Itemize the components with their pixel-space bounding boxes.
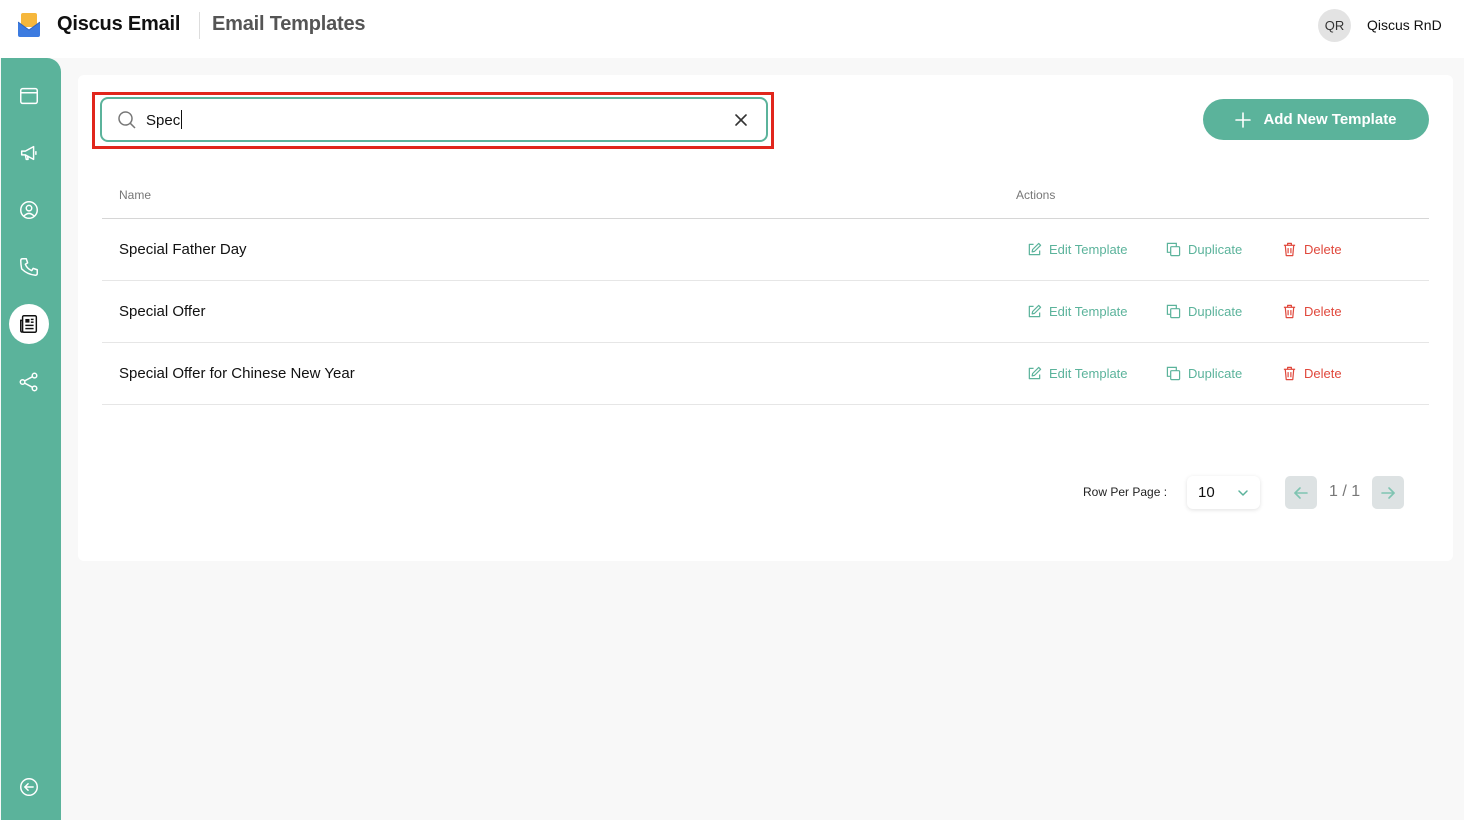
page-title: Email Templates: [212, 13, 366, 35]
add-new-template-label: Add New Template: [1263, 111, 1397, 128]
app-logo-icon: [18, 13, 40, 37]
browser-window-icon: [20, 87, 38, 105]
user-circle-icon: [20, 201, 38, 219]
arrow-left-icon: [1294, 486, 1308, 499]
next-page-button[interactable]: [1372, 476, 1404, 509]
copy-icon: [1166, 366, 1181, 381]
rows-per-page-value: 10: [1198, 484, 1215, 501]
delete-button[interactable]: Delete: [1282, 366, 1342, 381]
sidebar: [1, 58, 61, 820]
template-name: Special Father Day: [119, 241, 247, 258]
plus-icon: [1235, 111, 1252, 128]
close-icon[interactable]: [733, 112, 749, 128]
user-name[interactable]: Qiscus RnD: [1367, 17, 1442, 33]
edit-template-button[interactable]: Edit Template: [1027, 366, 1128, 381]
template-name: Special Offer for Chinese New Year: [119, 365, 355, 382]
trash-icon: [1283, 304, 1296, 319]
sidebar-item-campaigns[interactable]: [9, 133, 49, 173]
column-header-actions: Actions: [1016, 188, 1056, 202]
duplicate-label: Duplicate: [1188, 366, 1243, 381]
edit-template-button[interactable]: Edit Template: [1027, 242, 1128, 257]
top-header: Qiscus Email Email Templates QR Qiscus R…: [0, 0, 1464, 58]
delete-button[interactable]: Delete: [1282, 242, 1342, 257]
arrow-right-icon: [1381, 486, 1395, 499]
chevron-down-icon: [1238, 490, 1248, 496]
sidebar-item-templates[interactable]: [9, 304, 49, 344]
page-indicator: 1 / 1: [1329, 483, 1361, 500]
edit-icon: [1028, 366, 1042, 380]
edit-template-label: Edit Template: [1049, 304, 1128, 319]
delete-label: Delete: [1304, 366, 1342, 381]
rows-per-page-select[interactable]: 10: [1187, 476, 1260, 509]
sidebar-collapse-button[interactable]: [9, 767, 49, 807]
sidebar-item-integrations[interactable]: [9, 362, 49, 402]
avatar[interactable]: QR: [1318, 9, 1351, 42]
copy-icon: [1166, 242, 1181, 257]
edit-template-label: Edit Template: [1049, 366, 1128, 381]
template-name: Special Offer: [119, 303, 206, 320]
column-header-name: Name: [119, 188, 152, 202]
arrow-left-circle-icon: [20, 778, 38, 796]
table-row: Special Father Day Edit Template Duplica…: [102, 219, 1429, 281]
edit-icon: [1028, 304, 1042, 318]
megaphone-icon: [20, 145, 37, 161]
sidebar-item-calls[interactable]: [9, 247, 49, 287]
app-name: Qiscus Email: [57, 13, 181, 35]
trash-icon: [1283, 366, 1296, 381]
sidebar-item-dashboard[interactable]: [9, 76, 49, 116]
trash-icon: [1283, 242, 1296, 257]
header-divider: [199, 12, 200, 39]
duplicate-button[interactable]: Duplicate: [1166, 242, 1242, 257]
delete-label: Delete: [1304, 242, 1342, 257]
duplicate-label: Duplicate: [1188, 304, 1243, 319]
text-caret: [181, 110, 182, 129]
rows-per-page-label: Row Per Page :: [1083, 485, 1168, 499]
duplicate-button[interactable]: Duplicate: [1166, 304, 1242, 319]
edit-template-button[interactable]: Edit Template: [1027, 304, 1128, 319]
search-input[interactable]: [146, 107, 716, 133]
prev-page-button[interactable]: [1285, 476, 1317, 509]
edit-icon: [1028, 242, 1042, 256]
copy-icon: [1166, 304, 1181, 319]
table-row: Special Offer Edit Template Duplicate De…: [102, 281, 1429, 343]
add-new-template-button[interactable]: Add New Template: [1203, 99, 1429, 140]
delete-label: Delete: [1304, 304, 1342, 319]
phone-icon: [20, 258, 38, 276]
delete-button[interactable]: Delete: [1282, 304, 1342, 319]
share-nodes-icon: [19, 372, 38, 392]
search-icon: [118, 111, 136, 129]
edit-template-label: Edit Template: [1049, 242, 1128, 257]
duplicate-button[interactable]: Duplicate: [1166, 366, 1242, 381]
sidebar-item-contacts[interactable]: [9, 190, 49, 230]
table-row: Special Offer for Chinese New Year Edit …: [102, 343, 1429, 405]
duplicate-label: Duplicate: [1188, 242, 1243, 257]
newspaper-icon: [20, 315, 38, 333]
